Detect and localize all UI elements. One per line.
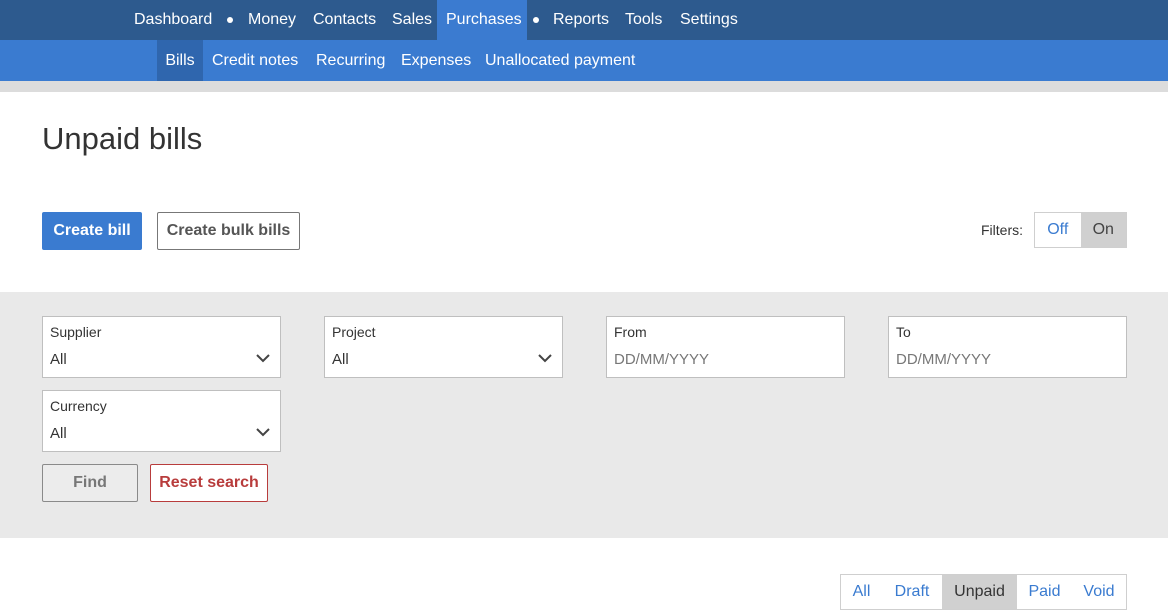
- tab-draft[interactable]: Draft: [882, 575, 942, 609]
- to-placeholder: DD/MM/YYYY: [896, 351, 992, 368]
- tab-paid[interactable]: Paid: [1017, 575, 1072, 609]
- project-value: All: [332, 351, 349, 368]
- subnav-bills[interactable]: Bills: [157, 40, 203, 81]
- nav-dashboard[interactable]: Dashboard: [134, 0, 212, 40]
- chevron-down-icon: [256, 354, 270, 363]
- tab-unpaid[interactable]: Unpaid: [942, 575, 1017, 609]
- supplier-select[interactable]: Supplier All: [42, 316, 281, 378]
- status-tabs: All Draft Unpaid Paid Void: [840, 574, 1127, 610]
- from-date-field[interactable]: From DD/MM/YYYY: [606, 316, 845, 378]
- nav-separator-dot: [533, 17, 539, 23]
- page-title: Unpaid bills: [42, 121, 203, 156]
- currency-select[interactable]: Currency All: [42, 390, 281, 452]
- subnav-unallocated-payment[interactable]: Unallocated payment: [485, 40, 635, 81]
- nav-contacts[interactable]: Contacts: [313, 0, 376, 40]
- from-placeholder: DD/MM/YYYY: [614, 351, 710, 368]
- nav-sales[interactable]: Sales: [392, 0, 432, 40]
- currency-label: Currency: [50, 398, 107, 414]
- subnav-expenses[interactable]: Expenses: [401, 40, 471, 81]
- filters-on-button[interactable]: On: [1080, 213, 1126, 247]
- sub-nav: Bills Credit notes Recurring Expenses Un…: [0, 40, 1168, 81]
- filters-toggle: Off On: [1034, 212, 1127, 248]
- subnav-recurring[interactable]: Recurring: [316, 40, 385, 81]
- chevron-down-icon: [256, 428, 270, 437]
- filters-off-button[interactable]: Off: [1035, 213, 1081, 247]
- nav-purchases[interactable]: Purchases: [437, 0, 527, 40]
- nav-divider: [0, 81, 1168, 92]
- subnav-credit-notes[interactable]: Credit notes: [212, 40, 298, 81]
- nav-separator-dot: [227, 17, 233, 23]
- top-nav: Dashboard Money Contacts Sales Purchases…: [0, 0, 1168, 40]
- supplier-label: Supplier: [50, 324, 102, 340]
- to-date-field[interactable]: To DD/MM/YYYY: [888, 316, 1127, 378]
- to-label: To: [896, 324, 911, 340]
- from-label: From: [614, 324, 647, 340]
- nav-money[interactable]: Money: [248, 0, 296, 40]
- currency-value: All: [50, 425, 67, 442]
- create-bulk-bills-button[interactable]: Create bulk bills: [157, 212, 300, 250]
- tab-void[interactable]: Void: [1072, 575, 1126, 609]
- nav-tools[interactable]: Tools: [625, 0, 662, 40]
- tab-all[interactable]: All: [841, 575, 882, 609]
- project-select[interactable]: Project All: [324, 316, 563, 378]
- nav-reports[interactable]: Reports: [553, 0, 609, 40]
- find-button[interactable]: Find: [42, 464, 138, 502]
- project-label: Project: [332, 324, 376, 340]
- chevron-down-icon: [538, 354, 552, 363]
- reset-search-button[interactable]: Reset search: [150, 464, 268, 502]
- nav-settings[interactable]: Settings: [680, 0, 738, 40]
- filters-label: Filters:: [981, 222, 1023, 238]
- supplier-value: All: [50, 351, 67, 368]
- create-bill-button[interactable]: Create bill: [42, 212, 142, 250]
